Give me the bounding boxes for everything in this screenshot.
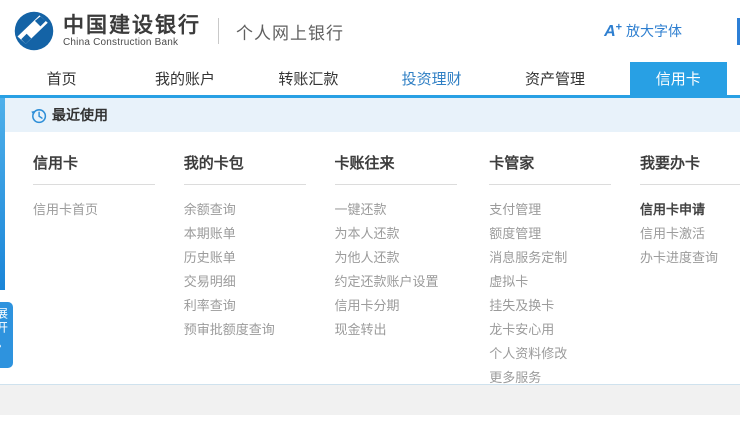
nav-item-asset-management[interactable]: 资产管理	[493, 62, 616, 95]
menu-item-virtual-card[interactable]: 虚拟卡	[489, 270, 640, 294]
menu-column-title: 我要办卡	[640, 152, 740, 185]
menu-item-limit-management[interactable]: 额度管理	[489, 222, 640, 246]
menu-item-cash-transfer-out[interactable]: 现金转出	[335, 318, 490, 342]
menu-item-rate-inquiry[interactable]: 利率查询	[184, 294, 335, 318]
menu-item-more-services[interactable]: 更多服务	[489, 366, 640, 390]
bank-name-en: China Construction Bank	[63, 37, 201, 48]
nav-item-investment[interactable]: 投资理财	[370, 62, 493, 95]
font-zoom-a: A	[604, 23, 616, 40]
menu-item-transaction-detail[interactable]: 交易明细	[184, 270, 335, 294]
menu-item-repay-others[interactable]: 为他人还款	[335, 246, 490, 270]
menu-column-title: 我的卡包	[184, 152, 306, 185]
nav-item-my-accounts[interactable]: 我的账户	[123, 62, 246, 95]
menu-item-card-application[interactable]: 信用卡申请	[640, 198, 740, 222]
menu-column-title: 卡账往来	[335, 152, 457, 185]
menu-column-title: 卡管家	[489, 152, 611, 185]
menu-item-longcard-safe-use[interactable]: 龙卡安心用	[489, 318, 640, 342]
side-panel-toggle-label: 展开	[0, 307, 11, 335]
page: 中国建设银行 China Construction Bank 个人网上银行 A+…	[0, 0, 740, 425]
menu-item-preapproved-limit[interactable]: 预审批额度查询	[184, 318, 335, 342]
ccb-logo-icon	[12, 9, 56, 53]
recent-used-bar: 最近使用	[0, 98, 740, 132]
menu-item-repay-self[interactable]: 为本人还款	[335, 222, 490, 246]
active-tab-label: 信用卡	[630, 62, 727, 98]
menu-item-history-statement[interactable]: 历史账单	[184, 246, 335, 270]
font-zoom-plus: +	[616, 21, 622, 33]
history-clock-icon	[30, 107, 47, 124]
credit-card-menu-panel: 最近使用 信用卡 信用卡首页 我的卡包 余额查询 本期账单 历史账单 交易明细 …	[0, 98, 740, 415]
header-divider	[218, 18, 219, 44]
menu-item-payment-management[interactable]: 支付管理	[489, 198, 640, 222]
font-zoom-button[interactable]: A+ 放大字体	[604, 21, 682, 41]
primary-nav: 首页 我的账户 转账汇款 投资理财 资产管理 信用卡	[0, 62, 740, 98]
menu-item-one-key-repay[interactable]: 一键还款	[335, 198, 490, 222]
side-panel-toggle-inner: 展开 〉	[0, 307, 13, 354]
nav-item-transfer[interactable]: 转账汇款	[247, 62, 370, 95]
menu-column-my-cards: 我的卡包 余额查询 本期账单 历史账单 交易明细 利率查询 预审批额度查询	[184, 152, 335, 384]
product-title: 个人网上银行	[236, 19, 344, 44]
menu-column-title: 信用卡	[33, 152, 155, 185]
bank-brand: 中国建设银行 China Construction Bank	[63, 14, 201, 48]
menu-item-application-progress[interactable]: 办卡进度查询	[640, 246, 740, 270]
bank-name-cn: 中国建设银行	[63, 14, 201, 37]
menu-column-card-transactions: 卡账往来 一键还款 为本人还款 为他人还款 约定还款账户设置 信用卡分期 现金转…	[335, 152, 490, 384]
menu-item-credit-card-home[interactable]: 信用卡首页	[33, 198, 184, 222]
menu-item-repay-account-setting[interactable]: 约定还款账户设置	[335, 270, 490, 294]
font-zoom-label: 放大字体	[626, 23, 682, 39]
menu-column-card-manager: 卡管家 支付管理 额度管理 消息服务定制 虚拟卡 挂失及换卡 龙卡安心用 个人资…	[489, 152, 640, 384]
panel-accent-bar	[0, 98, 5, 290]
menu-item-installment[interactable]: 信用卡分期	[335, 294, 490, 318]
menu-item-balance-inquiry[interactable]: 余额查询	[184, 198, 335, 222]
nav-item-credit-card-active[interactable]: 信用卡	[617, 62, 740, 95]
side-panel-toggle[interactable]: 展开 〉	[0, 302, 13, 368]
menu-item-card-activation[interactable]: 信用卡激活	[640, 222, 740, 246]
menu-column-apply-card: 我要办卡 信用卡申请 信用卡激活 办卡进度查询	[640, 152, 740, 384]
menu-item-current-statement[interactable]: 本期账单	[184, 222, 335, 246]
menu-item-message-service[interactable]: 消息服务定制	[489, 246, 640, 270]
menu-column-credit-card: 信用卡 信用卡首页	[33, 152, 184, 384]
chevron-right-icon: 〉	[0, 338, 13, 354]
menu-item-loss-replace-card[interactable]: 挂失及换卡	[489, 294, 640, 318]
menu-item-profile-modify[interactable]: 个人资料修改	[489, 342, 640, 366]
nav-item-home[interactable]: 首页	[0, 62, 123, 95]
menu-columns: 信用卡 信用卡首页 我的卡包 余额查询 本期账单 历史账单 交易明细 利率查询 …	[0, 132, 740, 384]
header: 中国建设银行 China Construction Bank 个人网上银行 A+…	[0, 0, 740, 62]
recent-used-label: 最近使用	[52, 105, 108, 125]
